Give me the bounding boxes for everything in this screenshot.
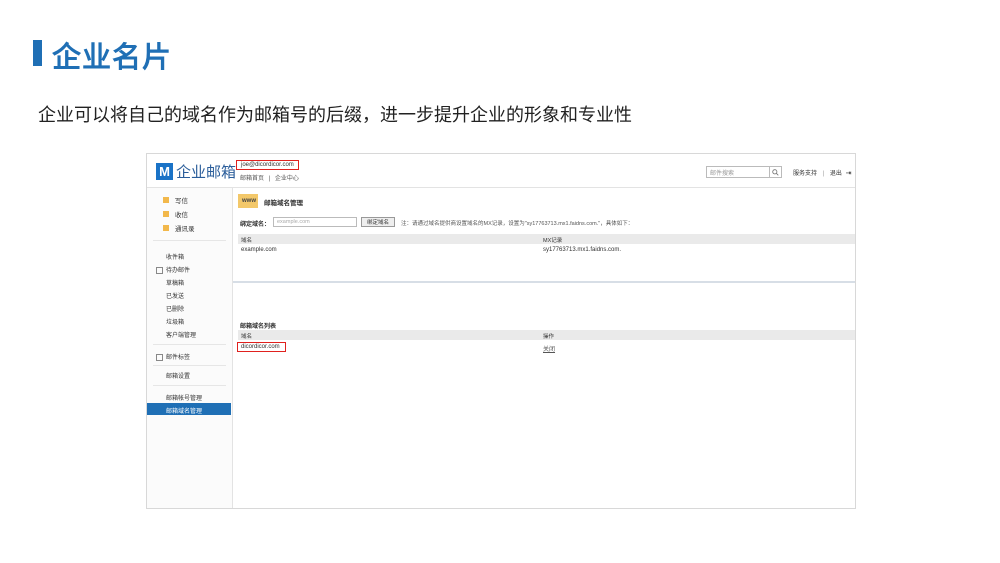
bind-domain-label: 绑定域名： [240, 222, 271, 228]
expand-icon [156, 353, 163, 361]
domain-list-title: 邮箱域名列表 [240, 324, 277, 330]
domain-mgmt-title: 邮箱域名管理 [264, 200, 303, 207]
sidebar-divider [153, 344, 226, 345]
contacts-icon [163, 225, 169, 231]
link-separator: | [268, 176, 271, 182]
sidebar-divider [153, 385, 226, 386]
slide-subtitle: 企业可以将自己的域名作为邮箱号的后缀，进一步提升企业的形象和专业性 [38, 105, 632, 125]
sidebar-item-sent[interactable]: 已发送 [166, 291, 184, 300]
account-email[interactable]: joe@dicordicor.com [236, 160, 299, 170]
checkbox-icon [156, 266, 163, 274]
mail-icon [163, 211, 169, 217]
mail-home-link[interactable]: 邮箱首页 [240, 176, 264, 182]
account-links: 邮箱首页 | 企业中心 [240, 173, 302, 182]
www-label: www [242, 198, 257, 204]
pencil-icon [163, 197, 169, 203]
sidebar-item-client[interactable]: 客户端管理 [166, 330, 196, 339]
top-bar: M 企业邮箱 joe@dicordicor.com 邮箱首页 | 企业中心 邮件… [147, 154, 855, 188]
bind-domain-button[interactable]: 绑定域名 [361, 217, 395, 227]
logo-icon: M [156, 163, 173, 180]
mx-note: 注：请通过域名提供商设置域名的MX记录，设置为"sy17763713.mx1.f… [401, 221, 634, 227]
close-domain-link[interactable]: 关闭 [543, 344, 555, 353]
column-header: 域名 [241, 334, 253, 340]
logout-link[interactable]: 退出 [830, 171, 842, 177]
section-divider [233, 281, 855, 283]
logo-text: 企业邮箱 [176, 164, 237, 181]
domain-list-header: 域名 操作 [238, 330, 855, 340]
table-row: dicordicor.com 关闭 [238, 343, 855, 353]
sidebar-item-label: 待办邮件 [166, 268, 191, 274]
sidebar-divider [153, 365, 226, 366]
table-row: example.com sy17763713.mx1.faidns.com. [238, 245, 855, 255]
sidebar-item-account-mgmt[interactable]: 邮箱帐号管理 [166, 393, 202, 402]
sidebar-item-label: 邮箱域名管理 [166, 409, 203, 415]
main-panel: www 邮箱域名管理 绑定域名： example.com 绑定域名 注：请通过域… [233, 188, 855, 508]
sidebar-main-label: 写信 [175, 198, 188, 205]
sidebar-item-settings[interactable]: 邮箱设置 [166, 371, 190, 380]
search-button[interactable] [769, 166, 782, 178]
sidebar-item-domain-mgmt[interactable]: 邮箱域名管理 [147, 403, 231, 415]
sidebar-item-deleted[interactable]: 已删除 [166, 304, 184, 313]
logo[interactable]: M 企业邮箱 [156, 161, 236, 182]
help-separator: | [822, 171, 825, 177]
enterprise-center-link[interactable]: 企业中心 [275, 176, 299, 182]
mx-cell: sy17763713.mx1.faidns.com. [543, 247, 622, 253]
help-links: 服务支持 | 退出 ⇥ [793, 168, 851, 177]
sidebar-main-label: 通讯录 [175, 226, 195, 233]
sidebar-item-inbox[interactable]: 收信 [163, 209, 188, 219]
sidebar-item-todo[interactable]: 待办邮件 [156, 265, 190, 274]
sidebar: 写信 收信 通讯录 收件箱 待办邮件 草稿箱 已发送 已删除 垃圾箱 客户端管理… [147, 188, 233, 508]
sidebar-item-drafts[interactable]: 草稿箱 [166, 278, 184, 287]
domain-highlight-box [237, 342, 286, 352]
logout-icon[interactable]: ⇥ [846, 170, 852, 177]
mail-screenshot: M 企业邮箱 joe@dicordicor.com 邮箱首页 | 企业中心 邮件… [146, 153, 856, 509]
domain-cell: example.com [241, 247, 277, 253]
sidebar-main-label: 收信 [175, 212, 188, 219]
slide-title: 企业名片 [52, 42, 173, 74]
column-header: 操作 [543, 334, 555, 340]
sidebar-item-label: 邮件标签 [166, 355, 191, 361]
help-link[interactable]: 服务支持 [793, 171, 817, 177]
sidebar-item-inbox-folder[interactable]: 收件箱 [166, 252, 184, 261]
bind-domain-input[interactable]: example.com [273, 217, 357, 227]
column-header: MX记录 [543, 238, 563, 244]
mx-table-header: 域名 MX记录 [238, 234, 855, 244]
column-header: 域名 [241, 238, 253, 244]
sidebar-item-junk[interactable]: 垃圾箱 [166, 317, 184, 326]
sidebar-divider [153, 240, 226, 241]
title-accent-bar [33, 40, 42, 66]
sidebar-item-compose[interactable]: 写信 [163, 195, 188, 205]
sidebar-item-tags[interactable]: 邮件标签 [156, 352, 190, 361]
search-icon [772, 168, 779, 176]
sidebar-item-contacts[interactable]: 通讯录 [163, 223, 195, 233]
